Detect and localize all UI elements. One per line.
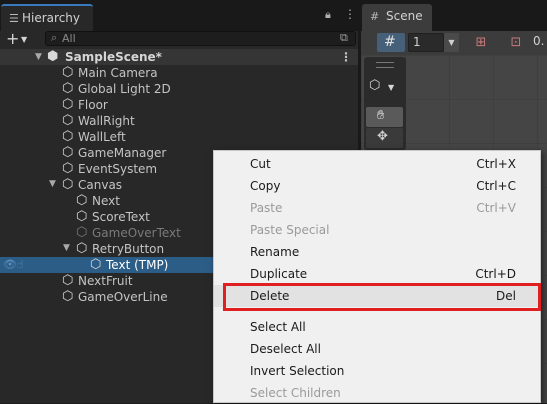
move-tool-button[interactable]: ✥ (366, 128, 403, 148)
increment-snap-icon[interactable]: ⊡ (503, 33, 529, 52)
menu-item-label: Rename (250, 245, 300, 259)
menu-item-shortcut: Ctrl+X (476, 157, 516, 171)
expand-arrow-icon[interactable]: ▼ (35, 52, 42, 62)
gameobject-cube-icon: ⬡ (76, 225, 88, 240)
tab-hierarchy-label: Hierarchy (22, 11, 81, 25)
menu-item-deselect-all[interactable]: Deselect All (214, 338, 540, 360)
hierarchy-item-label: RetryButton (92, 242, 165, 256)
menu-item-invert-selection[interactable]: Invert Selection (214, 360, 540, 382)
gameobject-cube-icon: ⬡ (62, 145, 74, 160)
tab-scene[interactable]: # Scene (362, 4, 432, 31)
cube-icon[interactable]: ⬡ (369, 78, 380, 93)
menu-item-label: Paste Special (250, 223, 330, 237)
grid-size-field[interactable]: 1 (408, 33, 444, 52)
hierarchy-item-label: WallRight (78, 114, 135, 128)
hierarchy-item-label: Text (TMP) (106, 258, 169, 272)
gameobject-cube-icon: ⬡ (62, 113, 74, 128)
hierarchy-item-label: EventSystem (78, 162, 158, 176)
gameobject-cube-icon: ⬡ (62, 289, 74, 304)
more-options-icon[interactable]: ⋮ (344, 7, 356, 21)
search-input[interactable] (62, 31, 332, 46)
move-icon: ✥ (377, 129, 388, 144)
search-options-icon[interactable]: ⧉ (340, 31, 348, 45)
grid-icon: # (384, 34, 396, 50)
drag-handle[interactable] (376, 62, 394, 68)
gameobject-cube-icon: ⬡ (62, 177, 74, 192)
hierarchy-item-label: Next (92, 194, 120, 208)
hierarchy-row[interactable]: ⬡ WallLeft (0, 129, 358, 145)
hierarchy-row[interactable]: ⬡ Global Light 2D (0, 81, 358, 97)
gameobject-cube-icon: ⬡ (62, 273, 74, 288)
hierarchy-item-label: ScoreText (92, 210, 150, 224)
hierarchy-row[interactable]: ⬡ Floor (0, 97, 358, 113)
menu-item-label: Deselect All (250, 342, 321, 356)
tab-scene-label: Scene (386, 9, 423, 23)
unity-scene-icon: ⬢ (47, 49, 59, 64)
gameobject-cube-icon: ⬡ (76, 193, 88, 208)
scene-name: SampleScene* (65, 50, 162, 64)
gameobject-cube-icon: ⬡ (76, 241, 88, 256)
grid-toggle-button[interactable]: # (377, 33, 405, 52)
hierarchy-item-label: GameManager (78, 146, 167, 160)
hand-tool-button[interactable]: ✋︎ (366, 107, 403, 127)
menu-item-rename[interactable]: Rename (214, 241, 540, 263)
delete-highlight-box (223, 283, 541, 311)
menu-item-paste[interactable]: Paste Ctrl+V (214, 197, 540, 219)
menu-item-shortcut: Ctrl+D (475, 267, 516, 281)
menu-item-label: Duplicate (250, 267, 308, 281)
hierarchy-row[interactable]: ⬡ Main Camera (0, 65, 358, 81)
expand-arrow-icon[interactable]: ▼ (49, 179, 56, 189)
menu-item-shortcut: Ctrl+C (476, 179, 516, 193)
gameobject-cube-icon: ⬡ (62, 65, 74, 80)
context-menu: Cut Ctrl+X Copy Ctrl+C Paste Ctrl+V Paste Spec… (213, 150, 541, 403)
menu-item-label: Cut (250, 157, 271, 171)
grid-icon: # (370, 10, 380, 23)
expand-arrow-icon[interactable]: ▼ (63, 243, 70, 253)
list-icon: ☰ (9, 12, 19, 25)
tab-hierarchy[interactable]: ☰ Hierarchy (1, 4, 93, 31)
scene-menu-icon[interactable]: ⋮ (340, 49, 352, 65)
hierarchy-item-label: WallLeft (78, 130, 126, 144)
hierarchy-item-label: Global Light 2D (78, 82, 171, 96)
hierarchy-item-label: Floor (78, 98, 108, 112)
hierarchy-item-label: GameOverText (92, 226, 181, 240)
menu-item-copy[interactable]: Copy Ctrl+C (214, 175, 540, 197)
menu-item-paste-special[interactable]: Paste Special (214, 219, 540, 241)
gameobject-cube-icon: ⬡ (76, 209, 88, 224)
menu-item-label: Select Children (250, 386, 341, 400)
visibility-eye-icon[interactable]: 👁︎ (3, 258, 17, 271)
chevron-down-icon: ▼ (21, 35, 28, 44)
gameobject-cube-icon: ⬡ (62, 161, 74, 176)
pickable-hand-icon[interactable]: ☝︎ (17, 258, 24, 271)
hand-icon: ✋︎ (377, 108, 385, 123)
menu-item-label: Invert Selection (250, 364, 345, 378)
scene-root-row[interactable]: ▼ ⬢ SampleScene* ⋮ (0, 49, 358, 65)
menu-item-label: Select All (250, 320, 306, 334)
lock-icon[interactable]: 🔒︎ (325, 8, 331, 22)
menu-item-label: Paste (250, 201, 283, 215)
chevron-down-icon[interactable]: ▼ (388, 83, 394, 92)
hierarchy-item-label: Main Camera (78, 66, 158, 80)
search-icon: ⌕ (51, 31, 58, 44)
hierarchy-item-label: GameOverLine (78, 290, 168, 304)
add-object-button[interactable]: + ▼ (4, 29, 32, 48)
grid-snap-icon[interactable]: ⊞ (468, 33, 494, 52)
gameobject-cube-icon: ⬡ (62, 97, 74, 112)
menu-item-shortcut: Ctrl+V (476, 201, 516, 215)
plus-icon: + (6, 29, 20, 48)
menu-item-cut[interactable]: Cut Ctrl+X (214, 153, 540, 175)
gameobject-cube-icon: ⬡ (62, 81, 74, 96)
gameobject-cube-icon: ⬡ (62, 129, 74, 144)
chevron-down-icon[interactable]: ▼ (444, 33, 459, 52)
hierarchy-item-label: NextFruit (78, 274, 133, 288)
menu-item-label: Copy (250, 179, 281, 193)
snap-value[interactable]: 0. (533, 34, 544, 48)
menu-item-select-children[interactable]: Select Children (214, 382, 540, 404)
hierarchy-row[interactable]: ⬡ WallRight (0, 113, 358, 129)
menu-item-select-all[interactable]: Select All (214, 316, 540, 338)
menu-item-duplicate[interactable]: Duplicate Ctrl+D (214, 263, 540, 285)
hierarchy-item-label: Canvas (78, 178, 123, 192)
gameobject-cube-icon: ⬡ (90, 257, 102, 272)
